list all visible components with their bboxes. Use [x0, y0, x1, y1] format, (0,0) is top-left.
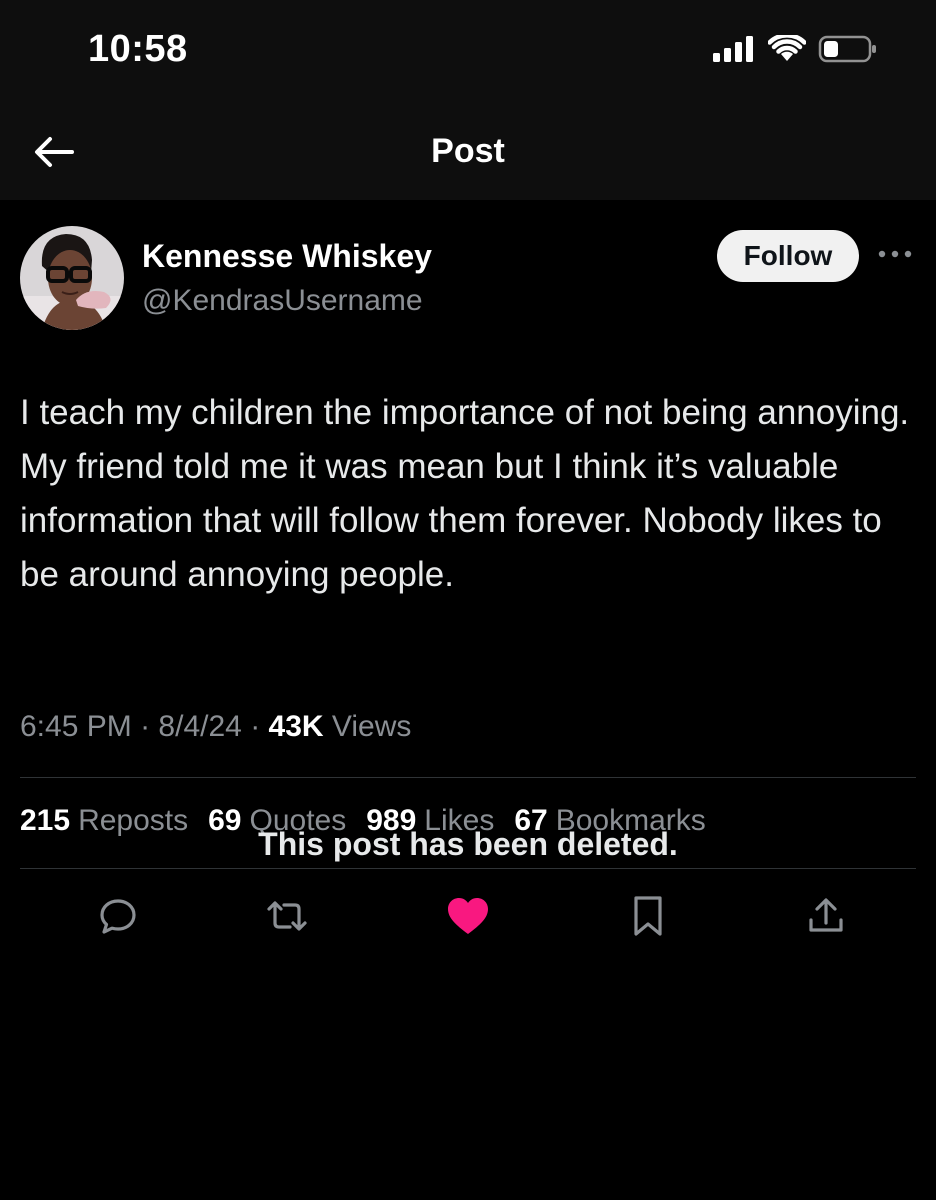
battery-icon: [818, 34, 878, 69]
more-options-button[interactable]: [875, 240, 915, 270]
views-count[interactable]: 43K: [269, 710, 324, 743]
top-area: 10:58 Post: [0, 0, 936, 200]
deleted-notice: This post has been deleted.: [258, 826, 678, 862]
status-time: 10:58: [88, 28, 188, 70]
repost-icon: [265, 896, 309, 941]
post-meta: 6:45 PM · 8/4/24 · 43K Views: [20, 710, 411, 744]
share-button[interactable]: [798, 890, 854, 946]
status-icons: [712, 33, 878, 69]
wifi-icon: [767, 33, 807, 68]
username[interactable]: @KendrasUsername: [142, 284, 423, 318]
reply-button[interactable]: [90, 890, 146, 946]
bookmark-button[interactable]: [620, 890, 676, 946]
page-title: Post: [431, 132, 505, 170]
meta-separator: ·: [250, 710, 261, 743]
more-dots-icon: [877, 246, 913, 264]
views-label[interactable]: Views: [332, 710, 411, 743]
divider: [20, 777, 916, 778]
post-date: 8/4/24: [158, 710, 242, 743]
avatar[interactable]: [20, 226, 124, 330]
nav-bar: Post: [0, 110, 936, 200]
display-name[interactable]: Kennesse Whiskey: [142, 238, 432, 275]
share-icon: [806, 896, 846, 941]
cellular-signal-icon: [712, 35, 756, 68]
post-time: 6:45 PM: [20, 710, 132, 743]
follow-button[interactable]: Follow: [717, 230, 859, 282]
divider: [20, 868, 916, 869]
status-bar: 10:58: [0, 0, 936, 110]
repost-button[interactable]: [259, 890, 315, 946]
post-actions: [0, 890, 936, 946]
heart-icon: [446, 896, 490, 941]
post-text: I teach my children the importance of no…: [20, 393, 910, 594]
bookmark-icon: [631, 895, 665, 942]
like-button[interactable]: [440, 890, 496, 946]
reply-icon: [98, 896, 138, 941]
meta-separator: ·: [140, 710, 151, 743]
